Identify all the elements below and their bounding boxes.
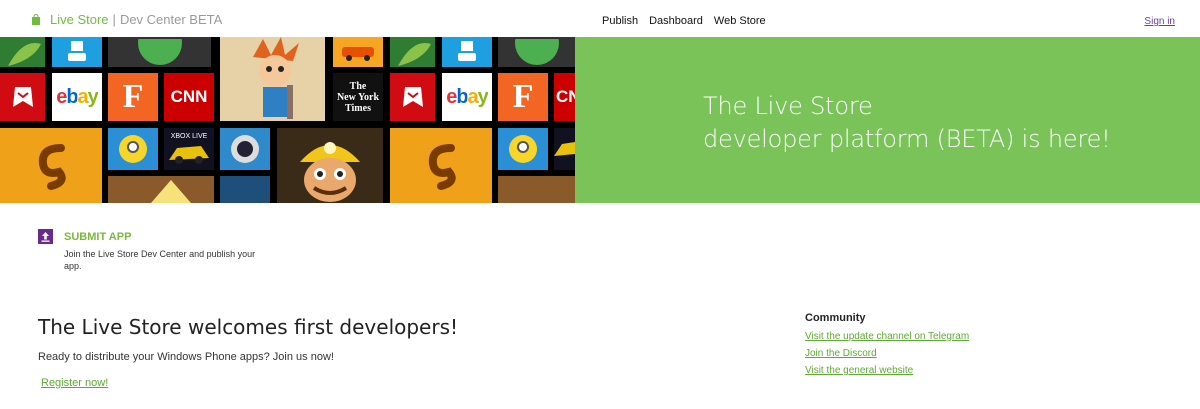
cnn-logo: CNN — [170, 87, 208, 106]
tile-cnn-2: CNN — [554, 73, 575, 121]
orb-icon — [231, 135, 259, 163]
register-link[interactable]: Register now! — [41, 377, 108, 389]
app-tiles-mosaic: ebay F CNN The New York Times ebay F CNN — [0, 37, 575, 203]
soundwave-icon-2 — [428, 143, 456, 190]
tile-cartoon-boy — [220, 37, 325, 121]
nav-web-store[interactable]: Web Store — [714, 15, 766, 27]
fandango-logo-2: F — [512, 78, 534, 115]
tile-leaf-2 — [390, 37, 435, 67]
chat-icon-2 — [514, 39, 559, 65]
hero-title-line-2: developer platform (BETA) is here! — [703, 125, 1111, 153]
race-car-icon-2 — [554, 142, 575, 156]
welcome-text: Ready to distribute your Windows Phone a… — [38, 351, 334, 363]
tile-wood-2 — [498, 176, 575, 203]
top-header: Live Store | Dev Center BETA Publish Das… — [0, 0, 1200, 37]
nav-dashboard[interactable]: Dashboard — [649, 15, 703, 27]
nyt-line-2: New York — [336, 91, 380, 103]
leaf-icon-2 — [397, 42, 431, 66]
tile-fandango: F — [108, 73, 158, 121]
tile-car — [333, 37, 383, 67]
tile-red-bag-2 — [390, 73, 435, 121]
tile-blue-app-2 — [442, 37, 492, 67]
submit-app-title[interactable]: SUBMIT APP — [64, 231, 131, 243]
tile-blue-orb — [220, 128, 270, 170]
tile-leaf — [0, 37, 45, 67]
leaf-icon — [7, 42, 41, 66]
tile-ebay: ebay — [52, 73, 102, 121]
brand-subtitle: Dev Center BETA — [119, 12, 223, 27]
welcome-heading: The Live Store welcomes first developers… — [38, 315, 459, 339]
tile-minion-2 — [498, 128, 548, 170]
cartoon-character-icon — [252, 37, 299, 119]
telegram-link[interactable]: Visit the update channel on Telegram — [805, 330, 969, 343]
tile-racing-2 — [554, 128, 575, 170]
tile-soundhound-2 — [390, 128, 492, 203]
xbox-live-label: XBOX LIVE — [170, 132, 208, 140]
app-glyph-icon — [68, 41, 86, 61]
website-link[interactable]: Visit the general website — [805, 364, 969, 377]
tile-minion — [108, 128, 158, 170]
wood-sign-icon — [151, 180, 191, 203]
tile-green-chat-2 — [498, 37, 575, 67]
fandango-logo: F — [122, 78, 144, 115]
community-heading: Community — [805, 312, 866, 324]
tile-ebay-2: ebay — [442, 73, 492, 121]
tile-soundhound — [0, 128, 102, 203]
minion-icon-2 — [509, 135, 537, 163]
tile-dark-blue — [220, 176, 270, 203]
hero-title-line-1: The Live Store — [703, 92, 873, 120]
brand-name: Live Store — [50, 12, 109, 27]
shopping-bag-icon-2 — [402, 87, 423, 107]
miner-character-icon — [300, 142, 360, 202]
shopping-bag-icon — [12, 87, 33, 107]
hero-announcement: The Live Store developer platform (BETA)… — [575, 37, 1200, 203]
soundwave-icon — [38, 143, 66, 190]
brand-separator: | — [112, 12, 116, 27]
tile-red-bag — [0, 73, 45, 121]
sign-in-link[interactable]: Sign in — [1144, 16, 1175, 27]
upload-icon[interactable] — [38, 229, 53, 244]
tile-green-chat — [108, 37, 211, 67]
community-section: Community Visit the update channel on Te… — [805, 312, 969, 381]
tile-nyt: The New York Times — [333, 73, 383, 121]
tile-racing: XBOX LIVE — [164, 128, 214, 170]
ebay-logo-2: ebay — [446, 85, 489, 108]
tile-fandango-2: F — [498, 73, 548, 121]
car-icon — [342, 47, 374, 61]
minion-icon — [119, 135, 147, 163]
nyt-line-1: The — [349, 80, 367, 92]
submit-app-description: Join the Live Store Dev Center and publi… — [64, 249, 256, 271]
race-car-icon — [169, 145, 209, 164]
nav-publish[interactable]: Publish — [602, 15, 638, 27]
tile-cnn: CNN — [164, 73, 214, 121]
tile-wood — [108, 176, 214, 203]
hero-banner: ebay F CNN The New York Times ebay F CNN — [0, 37, 1200, 203]
chat-icon — [137, 39, 182, 65]
ebay-logo: ebay — [56, 85, 99, 108]
tile-blue-app — [52, 37, 102, 67]
top-nav: Publish Dashboard Web Store — [602, 15, 766, 27]
app-glyph-icon-2 — [458, 41, 476, 61]
tile-miner — [277, 128, 383, 203]
brand[interactable]: Live Store | Dev Center BETA — [31, 12, 222, 27]
discord-link[interactable]: Join the Discord — [805, 347, 969, 360]
cnn-logo-2: CNN — [556, 87, 575, 106]
store-bag-icon — [32, 13, 40, 25]
nyt-line-3: Times — [345, 102, 371, 114]
